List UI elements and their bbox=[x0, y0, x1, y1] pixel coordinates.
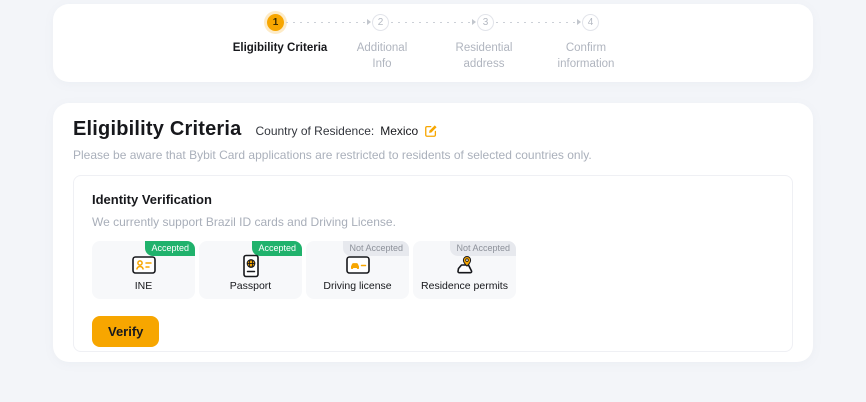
verify-button[interactable]: Verify bbox=[92, 316, 159, 347]
step-2-label-text: Additional Info bbox=[357, 40, 408, 72]
stepper-circles: 1 2 3 4 bbox=[267, 14, 599, 31]
doc-card-residence-permits: Not Accepted Residence permits bbox=[413, 241, 516, 299]
step-1-label: Eligibility Criteria bbox=[229, 40, 331, 72]
document-type-list: Accepted INE Accepted bbox=[92, 241, 774, 299]
residence-permit-icon bbox=[453, 254, 477, 283]
step-connector bbox=[496, 21, 580, 23]
step-connector bbox=[286, 21, 370, 23]
step-1-label-text: Eligibility Criteria bbox=[233, 40, 328, 72]
country-label: Country of Residence: bbox=[255, 124, 374, 138]
step-2-label: Additional Info bbox=[331, 40, 433, 72]
country-value: Mexico bbox=[380, 124, 418, 138]
step-1-circle: 1 bbox=[267, 14, 284, 31]
doc-label: Driving license bbox=[323, 280, 391, 292]
doc-card-ine: Accepted INE bbox=[92, 241, 195, 299]
step-connector bbox=[391, 21, 475, 23]
country-of-residence: Country of Residence: Mexico bbox=[255, 124, 438, 138]
doc-card-driving-license: Not Accepted Driving license bbox=[306, 241, 409, 299]
stepper-labels: Eligibility Criteria Additional Info Res… bbox=[229, 40, 637, 72]
passport-icon bbox=[240, 254, 262, 283]
step-2-circle: 2 bbox=[372, 14, 389, 31]
identity-verification-panel: Identity Verification We currently suppo… bbox=[73, 175, 793, 352]
identity-verification-subtitle: We currently support Brazil ID cards and… bbox=[92, 215, 774, 229]
restriction-notice: Please be aware that Bybit Card applicat… bbox=[73, 148, 793, 162]
id-card-icon bbox=[131, 254, 157, 281]
step-3-label: Residential address bbox=[433, 40, 535, 72]
step-4-circle: 4 bbox=[582, 14, 599, 31]
step-3-label-text: Residential address bbox=[456, 40, 513, 72]
page-title: Eligibility Criteria bbox=[73, 118, 241, 141]
application-stepper: 1 2 3 4 Eligibility Criteria Additional … bbox=[229, 14, 637, 72]
doc-label: INE bbox=[135, 280, 153, 292]
step-4-label: Confirm information bbox=[535, 40, 637, 72]
edit-country-icon[interactable] bbox=[424, 124, 438, 138]
doc-card-passport: Accepted Passport bbox=[199, 241, 302, 299]
stepper-card: 1 2 3 4 Eligibility Criteria Additional … bbox=[53, 4, 813, 82]
eligibility-header: Eligibility Criteria Country of Residenc… bbox=[73, 118, 793, 141]
driving-license-icon bbox=[345, 254, 371, 281]
identity-verification-title: Identity Verification bbox=[92, 192, 774, 207]
step-3-circle: 3 bbox=[477, 14, 494, 31]
eligibility-card: Eligibility Criteria Country of Residenc… bbox=[53, 103, 813, 362]
step-4-label-text: Confirm information bbox=[558, 40, 615, 72]
